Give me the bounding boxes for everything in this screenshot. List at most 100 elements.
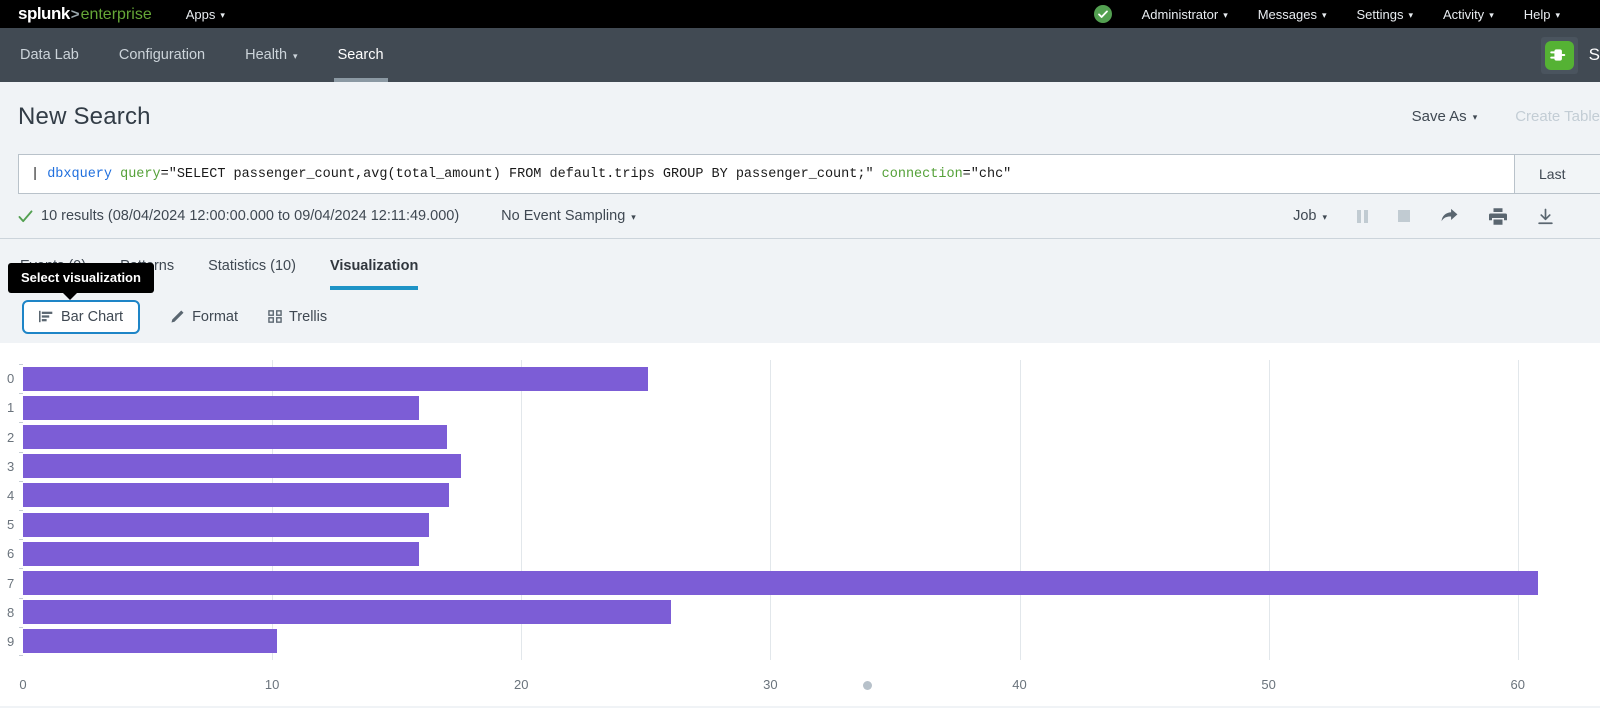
query-param-key: query bbox=[120, 167, 161, 182]
chart-type-label: Bar Chart bbox=[61, 309, 123, 325]
pause-job-icon[interactable] bbox=[1357, 210, 1368, 223]
x-axis-label: 30 bbox=[763, 677, 777, 692]
bar[interactable] bbox=[23, 571, 1538, 595]
bar[interactable] bbox=[23, 629, 277, 653]
export-download-icon[interactable] bbox=[1537, 208, 1554, 225]
x-axis-label: 0 bbox=[19, 677, 26, 692]
chart-row: 3 bbox=[23, 452, 1600, 481]
x-axis-label: 10 bbox=[265, 677, 279, 692]
messages-menu[interactable]: Messages ▾ bbox=[1258, 7, 1327, 22]
create-table-button-disabled: Create Table bbox=[1515, 108, 1600, 125]
nav-item-data-lab[interactable]: Data Lab bbox=[20, 28, 79, 82]
chevron-down-icon: ▾ bbox=[1322, 11, 1327, 20]
y-axis-label: 2 bbox=[7, 430, 14, 445]
stop-job-icon[interactable] bbox=[1398, 210, 1410, 222]
nav-item-health[interactable]: Health ▾ bbox=[245, 28, 297, 82]
pagination-dot[interactable] bbox=[863, 681, 872, 690]
results-tabs: Events (0) Patterns Statistics (10) Visu… bbox=[0, 239, 1600, 290]
health-status-check-icon[interactable] bbox=[1094, 5, 1112, 23]
save-as-button[interactable]: Save As ▾ bbox=[1412, 108, 1478, 125]
job-menu-label: Job bbox=[1293, 208, 1316, 224]
query-equals: = bbox=[963, 167, 971, 182]
chart-row: 1 bbox=[23, 393, 1600, 422]
visualization-toolbar: Bar Chart Format Trellis bbox=[0, 290, 1600, 343]
messages-menu-label: Messages bbox=[1258, 7, 1317, 22]
settings-menu[interactable]: Settings ▾ bbox=[1357, 7, 1414, 22]
apps-menu[interactable]: Apps ▾ bbox=[186, 7, 225, 22]
job-menu[interactable]: Job ▾ bbox=[1293, 208, 1327, 224]
db-connect-plug-icon bbox=[1545, 41, 1574, 70]
format-label: Format bbox=[192, 309, 238, 325]
bar[interactable] bbox=[23, 396, 419, 420]
bar-chart-icon bbox=[39, 310, 53, 323]
query-param-key: connection bbox=[882, 167, 963, 182]
tooltip-text: Select visualization bbox=[21, 270, 141, 285]
format-button[interactable]: Format bbox=[170, 309, 238, 325]
y-axis-tick bbox=[19, 481, 23, 482]
help-menu-label: Help bbox=[1524, 7, 1551, 22]
page-title: New Search bbox=[18, 103, 151, 131]
create-table-label: Create Table bbox=[1515, 108, 1600, 125]
save-as-label: Save As bbox=[1412, 108, 1467, 125]
chevron-down-icon: ▾ bbox=[1473, 113, 1478, 122]
bar[interactable] bbox=[23, 483, 449, 507]
y-axis-label: 4 bbox=[7, 488, 14, 503]
bar[interactable] bbox=[23, 367, 648, 391]
bar[interactable] bbox=[23, 425, 447, 449]
app-title-truncated: S bbox=[1589, 45, 1600, 65]
y-axis-tick bbox=[19, 393, 23, 394]
chevron-down-icon: ▾ bbox=[1322, 213, 1327, 222]
bar[interactable] bbox=[23, 542, 419, 566]
chevron-down-icon: ▾ bbox=[1408, 11, 1413, 20]
y-axis-label: 5 bbox=[7, 517, 14, 532]
y-axis-tick bbox=[19, 598, 23, 599]
y-axis-label: 0 bbox=[7, 371, 14, 386]
y-axis-label: 9 bbox=[7, 634, 14, 649]
results-summary-text: 10 results (08/04/2024 12:00:00.000 to 0… bbox=[41, 208, 459, 224]
print-icon[interactable] bbox=[1489, 208, 1507, 225]
y-axis-tick bbox=[19, 422, 23, 423]
nav-item-search[interactable]: Search bbox=[338, 28, 384, 82]
trellis-button[interactable]: Trellis bbox=[268, 309, 327, 325]
activity-menu-label: Activity bbox=[1443, 7, 1484, 22]
chevron-down-icon: ▾ bbox=[220, 11, 225, 20]
time-range-picker[interactable]: Last bbox=[1515, 154, 1600, 194]
nav-health-label: Health bbox=[245, 47, 287, 63]
chart-row: 4 bbox=[23, 481, 1600, 510]
bar[interactable] bbox=[23, 454, 461, 478]
y-axis-label: 7 bbox=[7, 576, 14, 591]
app-icon-tile[interactable] bbox=[1541, 37, 1578, 74]
tab-statistics[interactable]: Statistics (10) bbox=[208, 258, 296, 290]
bar[interactable] bbox=[23, 600, 671, 624]
search-row: | dbxquery query = "SELECT passenger_cou… bbox=[18, 154, 1600, 194]
tab-visualization[interactable]: Visualization bbox=[330, 258, 418, 290]
administrator-menu-label: Administrator bbox=[1142, 7, 1219, 22]
splunk-logo[interactable]: splunk>enterprise bbox=[18, 4, 152, 24]
search-query-input[interactable]: | dbxquery query = "SELECT passenger_cou… bbox=[18, 154, 1515, 194]
chart-row: 8 bbox=[23, 598, 1600, 627]
nav-item-configuration[interactable]: Configuration bbox=[119, 28, 205, 82]
y-axis-label: 1 bbox=[7, 400, 14, 415]
y-axis-tick bbox=[19, 655, 23, 656]
chevron-down-icon: ▾ bbox=[1223, 11, 1228, 20]
tab-statistics-label: Statistics (10) bbox=[208, 258, 296, 274]
nav-data-lab-label: Data Lab bbox=[20, 47, 79, 63]
help-menu[interactable]: Help ▾ bbox=[1524, 7, 1560, 22]
activity-menu[interactable]: Activity ▾ bbox=[1443, 7, 1494, 22]
y-axis-tick bbox=[19, 539, 23, 540]
x-axis-label: 50 bbox=[1261, 677, 1275, 692]
chart-type-picker-button[interactable]: Bar Chart bbox=[22, 300, 140, 334]
y-axis-tick bbox=[19, 510, 23, 511]
trellis-grid-icon bbox=[268, 310, 282, 323]
query-equals: = bbox=[161, 167, 169, 182]
event-sampling-menu[interactable]: No Event Sampling ▾ bbox=[501, 208, 636, 224]
nav-configuration-label: Configuration bbox=[119, 47, 205, 63]
chart-plot: 0123456789 bbox=[23, 364, 1600, 656]
y-axis-tick bbox=[19, 452, 23, 453]
chart-rows: 0123456789 bbox=[23, 364, 1600, 656]
bar[interactable] bbox=[23, 513, 429, 537]
query-param-value: "chc" bbox=[971, 167, 1012, 182]
administrator-menu[interactable]: Administrator ▾ bbox=[1142, 7, 1228, 22]
results-summary: 10 results (08/04/2024 12:00:00.000 to 0… bbox=[18, 208, 459, 224]
share-job-icon[interactable] bbox=[1440, 208, 1459, 224]
